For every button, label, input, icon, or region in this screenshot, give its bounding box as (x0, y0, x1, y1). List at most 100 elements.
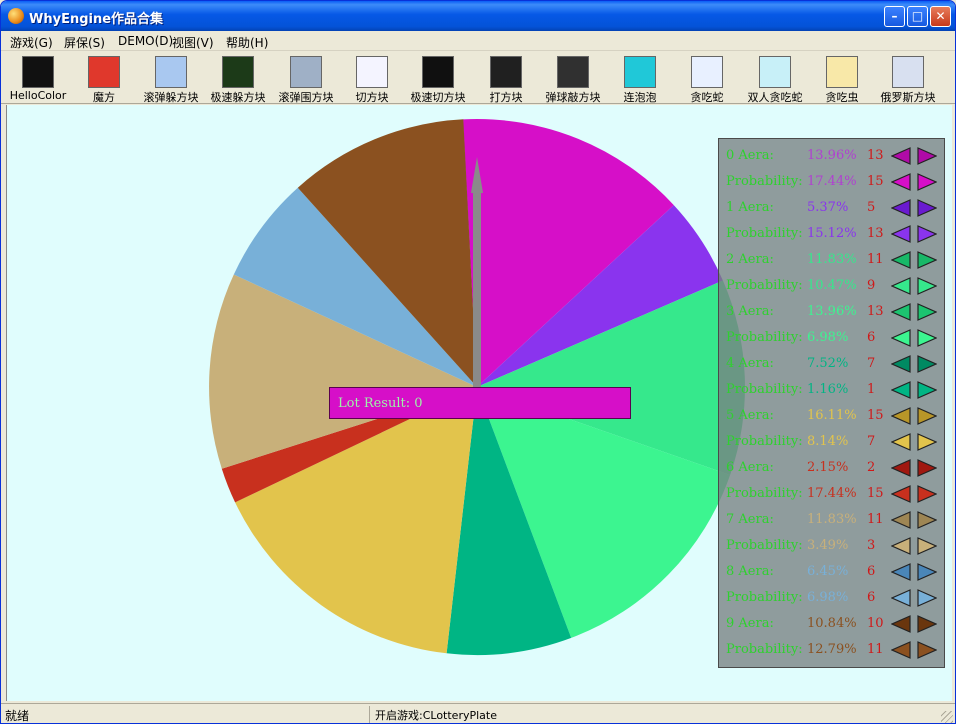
aera-count: 5 (867, 200, 876, 215)
toolbar-button-2[interactable]: 滚弹躲方块 (136, 54, 206, 104)
toolbar-button-10[interactable]: 贪吃蛇 (672, 54, 742, 104)
prob-count: 15 (867, 486, 884, 501)
increase-aera-7-icon[interactable] (917, 511, 938, 529)
toolbar-button-7[interactable]: 打方块 (471, 54, 541, 104)
decrease-prob-5-icon[interactable] (890, 433, 911, 451)
increase-prob-2-icon[interactable] (917, 277, 938, 295)
prob-count: 1 (867, 382, 876, 397)
decrease-aera-7-icon[interactable] (890, 511, 911, 529)
toolbar-button-11[interactable]: 双人贪吃蛇 (740, 54, 810, 104)
increase-prob-9-icon[interactable] (917, 641, 938, 659)
pinball-block-icon (557, 56, 589, 88)
aera-value: 13.96% (807, 304, 857, 319)
aera-label: 9 Aera: (726, 616, 774, 631)
decrease-aera-1-icon[interactable] (890, 199, 911, 217)
prob-value: 3.49% (807, 538, 849, 553)
decrease-prob-1-icon[interactable] (890, 225, 911, 243)
menu-screensaver[interactable]: 屏保(S) (64, 34, 105, 51)
menu-bar: 游戏(G) 屏保(S) DEMO(D) 视图(V) 帮助(H) (1, 31, 955, 51)
prob-count: 6 (867, 590, 876, 605)
status-ready: 就绪 (5, 709, 30, 723)
title-bar[interactable]: WhyEngine作品合集 – □ ✕ (1, 1, 955, 31)
aera-count: 13 (867, 304, 884, 319)
toolbar-button-6[interactable]: 极速切方块 (403, 54, 473, 104)
increase-aera-2-icon[interactable] (917, 251, 938, 269)
panel-row-9-prob: Probability: 12.79% 11 (719, 637, 944, 663)
decrease-aera-8-icon[interactable] (890, 563, 911, 581)
prob-label: Probability: (726, 434, 803, 449)
toolbar-button-13[interactable]: 俄罗斯方块 (873, 54, 943, 104)
panel-row-7-aera: 7 Aera: 11.83% 11 (719, 507, 944, 533)
hello-color-icon (22, 56, 54, 88)
toolbar: HelloColor 魔方 滚弹躲方块 极速躲方块 滚弹围方块 切方块 极速切方块 打方块 弹球… (1, 52, 955, 104)
increase-prob-3-icon[interactable] (917, 329, 938, 347)
increase-prob-0-icon[interactable] (917, 173, 938, 191)
decrease-prob-3-icon[interactable] (890, 329, 911, 347)
increase-aera-3-icon[interactable] (917, 303, 938, 321)
prob-count: 9 (867, 278, 876, 293)
aera-value: 11.83% (807, 512, 857, 527)
toolbar-label: 俄罗斯方块 (880, 91, 936, 104)
increase-aera-5-icon[interactable] (917, 407, 938, 425)
decrease-prob-2-icon[interactable] (890, 277, 911, 295)
decrease-prob-0-icon[interactable] (890, 173, 911, 191)
prob-value: 17.44% (807, 174, 857, 189)
increase-aera-4-icon[interactable] (917, 355, 938, 373)
panel-row-0-prob: Probability: 17.44% 15 (719, 169, 944, 195)
decrease-aera-0-icon[interactable] (890, 147, 911, 165)
prob-label: Probability: (726, 486, 803, 501)
aera-value: 16.11% (807, 408, 857, 423)
menu-view[interactable]: 视图(V) (172, 34, 214, 51)
speed-dodge-icon (222, 56, 254, 88)
decrease-aera-6-icon[interactable] (890, 459, 911, 477)
panel-row-6-prob: Probability: 17.44% 15 (719, 481, 944, 507)
toolbar-button-8[interactable]: 弹球敲方块 (538, 54, 608, 104)
increase-prob-7-icon[interactable] (917, 537, 938, 555)
toolbar-button-3[interactable]: 极速躲方块 (203, 54, 273, 104)
decrease-aera-4-icon[interactable] (890, 355, 911, 373)
menu-help[interactable]: 帮助(H) (226, 34, 268, 51)
aera-value: 5.37% (807, 200, 849, 215)
panel-row-0-aera: 0 Aera: 13.96% 13 (719, 143, 944, 169)
prob-label: Probability: (726, 642, 803, 657)
aera-count: 2 (867, 460, 876, 475)
close-button[interactable]: ✕ (930, 6, 951, 27)
app-icon[interactable] (8, 8, 24, 24)
decrease-prob-4-icon[interactable] (890, 381, 911, 399)
aera-value: 10.84% (807, 616, 857, 631)
increase-aera-9-icon[interactable] (917, 615, 938, 633)
aera-label: 6 Aera: (726, 460, 774, 475)
menu-demo[interactable]: DEMO(D) (118, 34, 173, 48)
prob-label: Probability: (726, 590, 803, 605)
toolbar-button-9[interactable]: 连泡泡 (605, 54, 675, 104)
increase-aera-6-icon[interactable] (917, 459, 938, 477)
decrease-aera-3-icon[interactable] (890, 303, 911, 321)
prob-value: 17.44% (807, 486, 857, 501)
increase-prob-5-icon[interactable] (917, 433, 938, 451)
decrease-aera-2-icon[interactable] (890, 251, 911, 269)
toolbar-button-1[interactable]: 魔方 (69, 54, 139, 104)
aera-label: 4 Aera: (726, 356, 774, 371)
increase-prob-1-icon[interactable] (917, 225, 938, 243)
decrease-prob-9-icon[interactable] (890, 641, 911, 659)
increase-aera-0-icon[interactable] (917, 147, 938, 165)
increase-prob-8-icon[interactable] (917, 589, 938, 607)
increase-aera-8-icon[interactable] (917, 563, 938, 581)
aera-label: 0 Aera: (726, 148, 774, 163)
menu-game[interactable]: 游戏(G) (10, 34, 53, 51)
decrease-aera-5-icon[interactable] (890, 407, 911, 425)
decrease-prob-6-icon[interactable] (890, 485, 911, 503)
decrease-aera-9-icon[interactable] (890, 615, 911, 633)
decrease-prob-7-icon[interactable] (890, 537, 911, 555)
increase-prob-4-icon[interactable] (917, 381, 938, 399)
maximize-button[interactable]: □ (907, 6, 928, 27)
lottery-plate-canvas[interactable]: Lot Result: 0 0 Aera: 13.96% 13 Probability… (6, 105, 952, 701)
increase-aera-1-icon[interactable] (917, 199, 938, 217)
increase-prob-6-icon[interactable] (917, 485, 938, 503)
resize-grip[interactable] (941, 711, 953, 723)
hit-block-icon (490, 56, 522, 88)
tetris-icon (892, 56, 924, 88)
decrease-prob-8-icon[interactable] (890, 589, 911, 607)
minimize-button[interactable]: – (884, 6, 905, 27)
panel-row-1-prob: Probability: 15.12% 13 (719, 221, 944, 247)
